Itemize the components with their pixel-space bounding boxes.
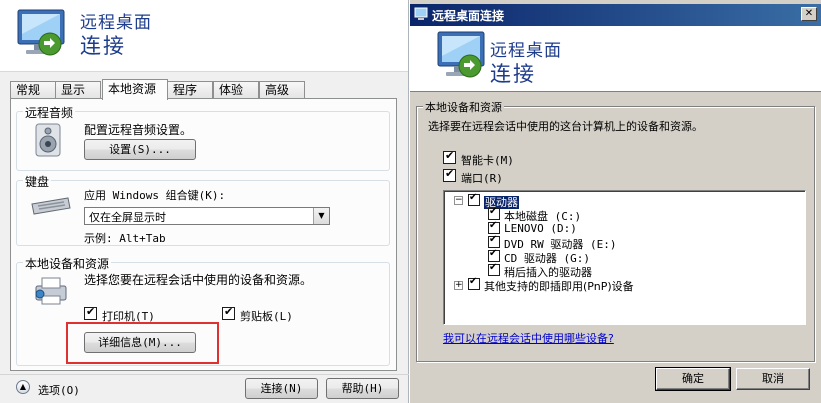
drive-checkbox[interactable]: [488, 220, 500, 234]
keyboard-legend: 键盘: [23, 173, 52, 190]
chevron-down-icon[interactable]: ▼: [313, 208, 329, 224]
keyboard-desc: 应用 Windows 组合键(K):: [84, 189, 226, 202]
window-title: 远程桌面连接: [432, 9, 505, 23]
drives-checkbox[interactable]: [468, 192, 480, 206]
drive-checkbox[interactable]: [488, 262, 500, 276]
printer-devices-icon: [35, 277, 67, 305]
ports-label: 端口(R): [461, 172, 503, 185]
drive-item[interactable]: 本地磁盘 (C:): [504, 208, 581, 223]
banner-line2: 连接: [80, 34, 126, 58]
ok-button[interactable]: 确定: [655, 367, 731, 391]
remote-desktop-icon: [437, 31, 485, 78]
footer-separator: [0, 374, 409, 375]
audio-legend: 远程音频: [23, 104, 76, 121]
banner: 远程桌面 连接: [0, 0, 408, 72]
close-icon[interactable]: ✕: [801, 7, 817, 21]
tab-general[interactable]: 常规: [10, 81, 56, 99]
expand-icon[interactable]: +: [454, 281, 463, 290]
tab-programs[interactable]: 程序: [167, 81, 213, 99]
connect-button[interactable]: 连接(N): [245, 378, 318, 399]
keyboard-icon: [31, 197, 71, 215]
audio-desc: 配置远程音频设置。: [84, 123, 193, 137]
tab-display[interactable]: 显示: [55, 81, 101, 99]
chevron-up-icon[interactable]: ▲: [16, 380, 30, 394]
local-devices-legend: 本地设备和资源: [23, 255, 112, 272]
smartcard-label: 智能卡(M): [461, 154, 514, 167]
audio-group: 远程音频: [16, 104, 390, 171]
drive-item[interactable]: DVD RW 驱动器 (E:): [504, 236, 616, 251]
cancel-button[interactable]: 取消: [736, 368, 810, 390]
key-combination-select[interactable]: 仅在全屏显示时 ▼: [84, 207, 330, 225]
drive-checkbox[interactable]: [488, 206, 500, 220]
app-icon: [414, 7, 428, 20]
tab-advanced[interactable]: 高级: [259, 81, 305, 99]
collapse-icon[interactable]: −: [454, 196, 463, 205]
drive-item[interactable]: CD 驱动器 (G:): [504, 250, 590, 265]
rdc-options-window: 远程桌面 连接 常规 显示 本地资源 程序 体验 高级 远程音频 配置远程音频设…: [0, 0, 409, 403]
smartcard-checkbox[interactable]: [443, 149, 456, 164]
drive-checkbox[interactable]: [488, 248, 500, 262]
drive-item[interactable]: LENOVO (D:): [504, 222, 577, 236]
devices-legend: 本地设备和资源: [423, 99, 504, 115]
keyboard-example: 示例: Alt+Tab: [84, 232, 166, 245]
remote-desktop-icon: [17, 9, 65, 56]
local-devices-dialog: 远程桌面连接 ✕ 远程桌面 连接 本地设备和资源 选择要在远程会话中使用的这台计…: [410, 0, 821, 403]
clipboard-checkbox[interactable]: [222, 305, 235, 320]
audio-settings-button[interactable]: 设置(S)...: [84, 139, 196, 160]
devices-tree[interactable]: − 驱动器 本地磁盘 (C:) LENOVO (D:) DVD RW 驱动器 (…: [443, 190, 806, 325]
printer-checkbox[interactable]: [84, 305, 97, 320]
local-devices-desc: 选择您要在远程会话中使用的设备和资源。: [84, 273, 313, 287]
tab-experience[interactable]: 体验: [213, 81, 259, 99]
pnp-node[interactable]: 其他支持的即插即用(PnP)设备: [484, 278, 634, 293]
banner-line2: 连接: [490, 62, 536, 86]
tab-local-resources[interactable]: 本地资源: [102, 79, 168, 100]
banner: 远程桌面 连接: [410, 26, 821, 92]
pnp-checkbox[interactable]: [468, 276, 480, 290]
title-bar: 远程桌面连接 ✕: [410, 4, 821, 26]
clipboard-label: 剪贴板(L): [240, 310, 293, 323]
drive-item[interactable]: 稍后插入的驱动器: [504, 264, 592, 279]
highlight-outline: [66, 322, 219, 364]
devices-desc: 选择要在远程会话中使用的这台计算机上的设备和资源。: [428, 120, 703, 133]
help-link[interactable]: 我可以在远程会话中使用哪些设备?: [443, 330, 614, 346]
options-toggle[interactable]: 选项(O): [38, 382, 80, 398]
help-button[interactable]: 帮助(H): [326, 378, 399, 399]
key-combination-value: 仅在全屏显示时: [89, 211, 166, 224]
speaker-icon: [35, 123, 61, 157]
ports-checkbox[interactable]: [443, 167, 456, 182]
drive-checkbox[interactable]: [488, 234, 500, 248]
